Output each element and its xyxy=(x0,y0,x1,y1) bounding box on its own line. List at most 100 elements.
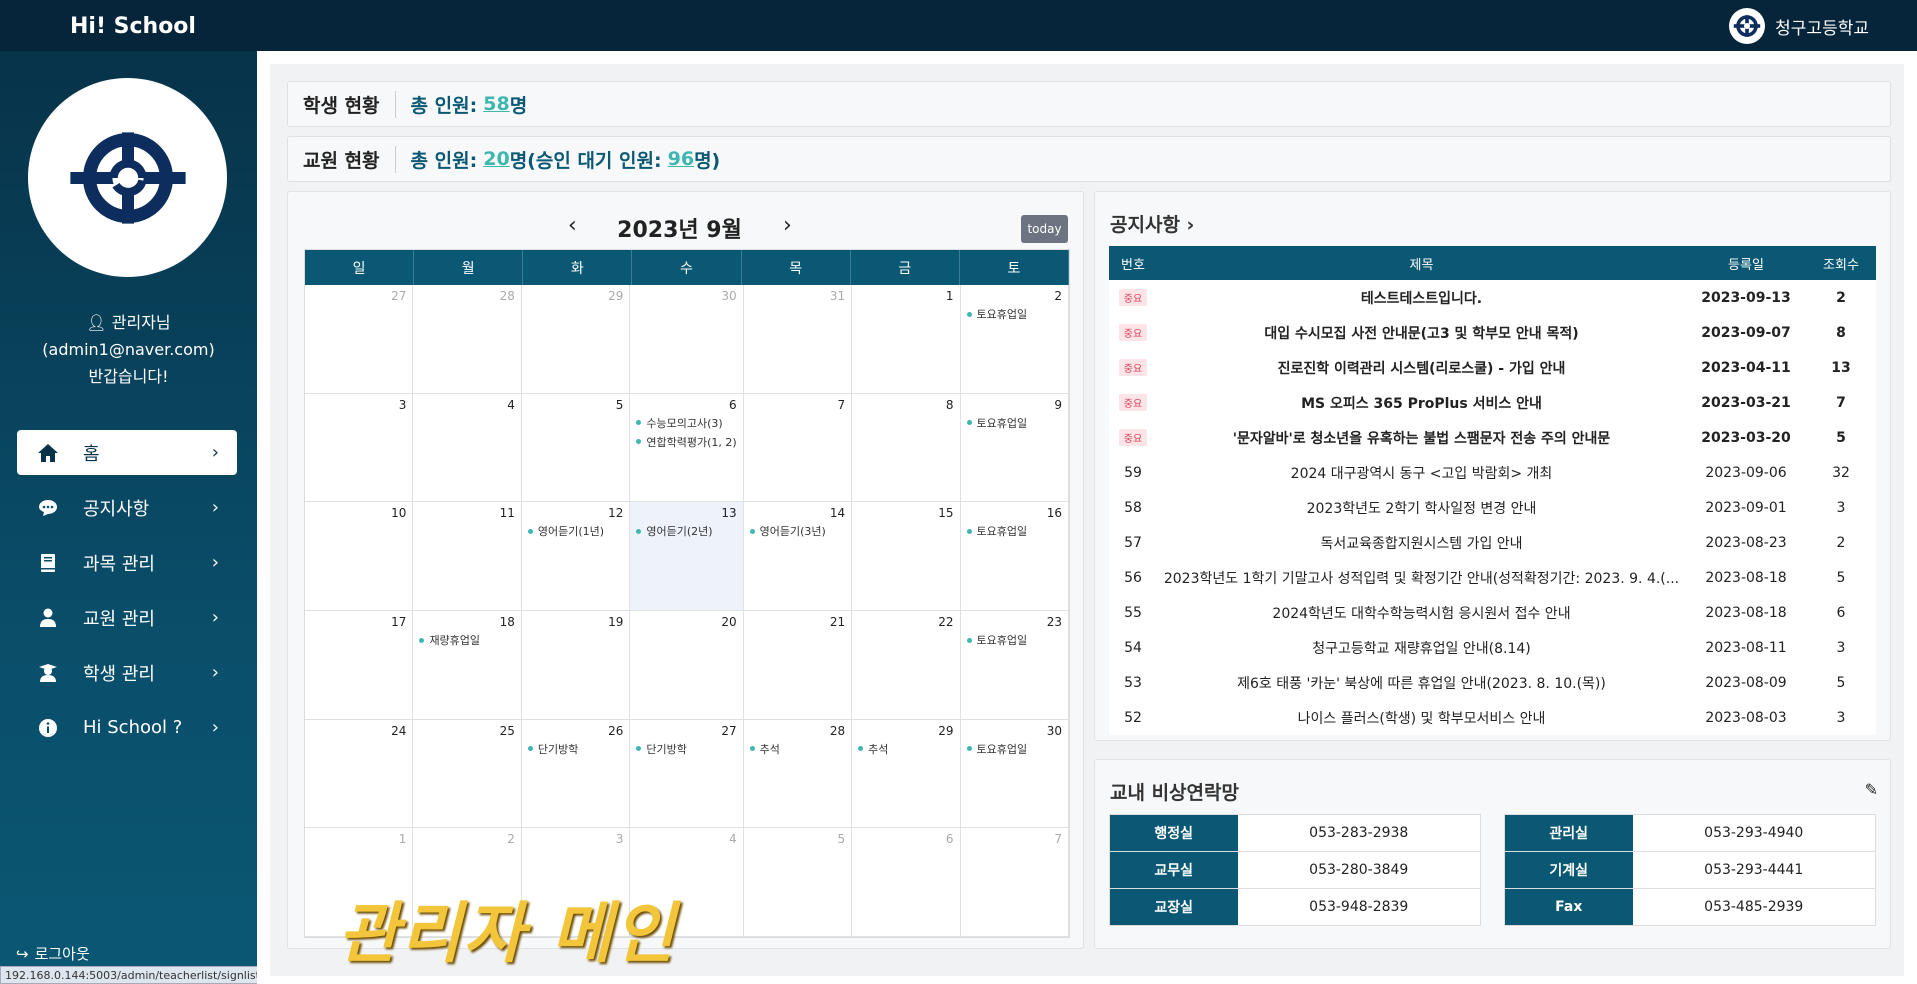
calendar-day-cell[interactable]: 30 xyxy=(630,285,744,394)
calendar-day-cell[interactable]: 14 영어듣기(3년) xyxy=(743,502,853,612)
calendar-day-cell[interactable]: 5 xyxy=(743,828,853,938)
notice-title[interactable]: 청구고등학교 재량휴업일 안내(8.14) xyxy=(1157,630,1686,665)
calendar-day-cell[interactable]: 26 단기방학 xyxy=(521,719,631,829)
calendar-day-cell[interactable]: 16 토요휴업일 xyxy=(960,502,1069,612)
notice-row[interactable]: 56 2023학년도 1학기 기말고사 성적입력 및 확정기간 안내(성적확정기간… xyxy=(1109,560,1876,595)
notice-no: 53 xyxy=(1124,674,1142,691)
sidebar-item-about[interactable]: Hi School ? › xyxy=(17,705,237,750)
calendar-day-cell[interactable]: 24 xyxy=(305,719,414,829)
chevron-right-icon: › xyxy=(211,552,219,573)
calendar-event[interactable]: 영어듣기(2년) xyxy=(636,523,736,539)
notice-title[interactable]: 제6호 태풍 '카눈' 북상에 따른 휴업일 안내(2023. 8. 10.(목… xyxy=(1157,665,1686,700)
calendar-day-cell[interactable]: 9 토요휴업일 xyxy=(960,393,1069,503)
calendar-day-cell[interactable]: 12 영어듣기(1년) xyxy=(521,502,631,612)
notice-title[interactable]: 2024 대구광역시 동구 <고입 박람회> 개최 xyxy=(1157,455,1686,490)
calendar-event[interactable]: 재량휴업일 xyxy=(419,632,514,648)
notice-title-link[interactable]: 공지사항 › xyxy=(1110,210,1194,237)
calendar-day-cell[interactable]: 17 xyxy=(305,611,414,720)
calendar-day-cell[interactable]: 6 수능모의고사(3) 연합학력평가(1, 2) xyxy=(630,393,744,503)
calendar-day-cell[interactable]: 1 xyxy=(852,285,961,394)
notice-row[interactable]: 중요 대입 수시모집 사전 안내문(고3 및 학부모 안내 목적) 2023-09-… xyxy=(1109,315,1876,350)
calendar-day-cell[interactable]: 13 영어듣기(2년) xyxy=(630,502,744,612)
notice-row[interactable]: 중요 테스트테스트입니다. 2023-09-13 2 xyxy=(1109,280,1876,315)
notice-title[interactable]: 2023학년도 2학기 학사일정 변경 안내 xyxy=(1157,490,1686,525)
notice-title[interactable]: MS 오피스 365 ProPlus 서비스 안내 xyxy=(1157,385,1686,420)
calendar-event[interactable]: 단기방학 xyxy=(528,741,623,757)
calendar-day-cell[interactable]: 8 xyxy=(852,393,961,503)
calendar-day-cell[interactable]: 31 xyxy=(743,285,853,394)
calendar-day-cell[interactable]: 4 xyxy=(413,393,522,503)
calendar-event[interactable]: 단기방학 xyxy=(636,741,736,757)
calendar-day-cell[interactable]: 3 xyxy=(305,393,414,503)
calendar-day-cell[interactable]: 23 토요휴업일 xyxy=(960,611,1069,720)
edit-pencil-icon[interactable]: ✎ xyxy=(1865,780,1878,799)
calendar-event[interactable]: 토요휴업일 xyxy=(967,741,1062,757)
notice-row[interactable]: 58 2023학년도 2학기 학사일정 변경 안내 2023-09-01 3 xyxy=(1109,490,1876,525)
notice-row[interactable]: 59 2024 대구광역시 동구 <고입 박람회> 개최 2023-09-06 32 xyxy=(1109,455,1876,490)
chat-icon xyxy=(35,497,61,519)
brand-logo[interactable]: Hi! School xyxy=(70,14,196,39)
notice-title[interactable]: 테스트테스트입니다. xyxy=(1157,280,1686,315)
calendar-next-button[interactable]: › xyxy=(783,213,792,238)
calendar-day-cell[interactable]: 29 xyxy=(521,285,631,394)
calendar-day-cell[interactable]: 22 xyxy=(852,611,961,720)
student-count-link[interactable]: 58 xyxy=(483,93,509,115)
notice-title[interactable]: 진로진학 이력관리 시스템(리로스쿨) - 가입 안내 xyxy=(1157,350,1686,385)
sidebar-item-students[interactable]: 학생 관리 › xyxy=(17,650,237,695)
weekday-header: 월 xyxy=(414,250,524,285)
notice-title[interactable]: 2024학년도 대학수학능력시험 응시원서 접수 안내 xyxy=(1157,595,1686,630)
calendar-day-cell[interactable]: 28 xyxy=(413,285,522,394)
logout-button[interactable]: ↪ 로그아웃 xyxy=(16,943,90,964)
notice-title[interactable]: '문자알바'로 청소년을 유혹하는 불법 스팸문자 전송 주의 안내문 xyxy=(1157,420,1686,455)
notice-table: 번호 제목 등록일 조회수 중요 테스트테스트입니다. 2023-09-13 2 중요 대입 수… xyxy=(1109,246,1876,735)
notice-title[interactable]: 2023학년도 1학기 기말고사 성적입력 및 확정기간 안내(성적확정기간: … xyxy=(1157,560,1686,595)
sidebar-item-teachers[interactable]: 교원 관리 › xyxy=(17,595,237,640)
calendar-day-cell[interactable]: 27 단기방학 xyxy=(630,719,744,829)
calendar-event[interactable]: 토요휴업일 xyxy=(967,415,1062,431)
calendar-day-cell[interactable]: 7 xyxy=(960,828,1069,938)
calendar-day-cell[interactable]: 11 xyxy=(413,502,522,612)
calendar-day-cell[interactable]: 27 xyxy=(305,285,414,394)
notice-row[interactable]: 55 2024학년도 대학수학능력시험 응시원서 접수 안내 2023-08-18 6 xyxy=(1109,595,1876,630)
sidebar-item-subjects[interactable]: 과목 관리 › xyxy=(17,540,237,585)
today-button[interactable]: today xyxy=(1021,215,1068,243)
notice-row[interactable]: 중요 MS 오피스 365 ProPlus 서비스 안내 2023-03-21 7 xyxy=(1109,385,1876,420)
calendar-day-cell[interactable]: 30 토요휴업일 xyxy=(960,719,1069,829)
calendar-prev-button[interactable]: ‹ xyxy=(568,213,577,238)
calendar-event[interactable]: 토요휴업일 xyxy=(967,523,1062,539)
teacher-pending-link[interactable]: 96 xyxy=(668,148,694,170)
notice-title[interactable]: 독서교육종합지원시스템 가입 안내 xyxy=(1157,525,1686,560)
calendar-event[interactable]: 토요휴업일 xyxy=(967,306,1062,322)
calendar-day-cell[interactable]: 15 xyxy=(852,502,961,612)
notice-title[interactable]: 대입 수시모집 사전 안내문(고3 및 학부모 안내 목적) xyxy=(1157,315,1686,350)
calendar-event[interactable]: 추석 xyxy=(858,741,953,757)
teacher-count-link[interactable]: 20 xyxy=(483,148,509,170)
calendar-event[interactable]: 수능모의고사(3) xyxy=(636,415,736,431)
calendar-event[interactable]: 영어듣기(3년) xyxy=(750,523,845,539)
notice-row[interactable]: 52 나이스 플러스(학생) 및 학부모서비스 안내 2023-08-03 3 xyxy=(1109,700,1876,735)
notice-title[interactable]: 나이스 플러스(학생) 및 학부모서비스 안내 xyxy=(1157,700,1686,735)
calendar-event[interactable]: 토요휴업일 xyxy=(967,632,1062,648)
sidebar-item-home[interactable]: 홈 › xyxy=(17,430,237,475)
calendar-day-cell[interactable]: 7 xyxy=(743,393,853,503)
calendar-day-cell[interactable]: 10 xyxy=(305,502,414,612)
calendar-day-cell[interactable]: 6 xyxy=(852,828,961,938)
calendar-day-cell[interactable]: 25 xyxy=(413,719,522,829)
calendar-day-cell[interactable]: 18 재량휴업일 xyxy=(413,611,522,720)
notice-row[interactable]: 중요 '문자알바'로 청소년을 유혹하는 불법 스팸문자 전송 주의 안내문 202… xyxy=(1109,420,1876,455)
calendar-day-cell[interactable]: 29 추석 xyxy=(852,719,961,829)
calendar-day-cell[interactable]: 21 xyxy=(743,611,853,720)
sidebar-item-notice[interactable]: 공지사항 › xyxy=(17,485,237,530)
notice-row[interactable]: 57 독서교육종합지원시스템 가입 안내 2023-08-23 2 xyxy=(1109,525,1876,560)
notice-row[interactable]: 53 제6호 태풍 '카눈' 북상에 따른 휴업일 안내(2023. 8. 10.… xyxy=(1109,665,1876,700)
calendar-day-cell[interactable]: 5 xyxy=(521,393,631,503)
calendar-event[interactable]: 추석 xyxy=(750,741,845,757)
calendar-day-cell[interactable]: 2 토요휴업일 xyxy=(960,285,1069,394)
calendar-day-cell[interactable]: 28 추석 xyxy=(743,719,853,829)
calendar-day-cell[interactable]: 20 xyxy=(630,611,744,720)
calendar-day-cell[interactable]: 19 xyxy=(521,611,631,720)
calendar-event[interactable]: 영어듣기(1년) xyxy=(528,523,623,539)
calendar-event[interactable]: 연합학력평가(1, 2) xyxy=(636,434,736,450)
notice-row[interactable]: 54 청구고등학교 재량휴업일 안내(8.14) 2023-08-11 3 xyxy=(1109,630,1876,665)
notice-row[interactable]: 중요 진로진학 이력관리 시스템(리로스쿨) - 가입 안내 2023-04-11 1… xyxy=(1109,350,1876,385)
